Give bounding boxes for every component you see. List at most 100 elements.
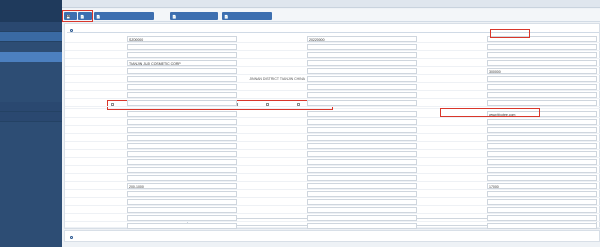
sidebar-item-5[interactable]: [0, 92, 62, 102]
field-input[interactable]: [487, 135, 597, 141]
form-row: [65, 174, 600, 182]
form-row: [65, 51, 600, 59]
field-input[interactable]: [127, 76, 237, 82]
field-input[interactable]: [307, 84, 417, 90]
field-input[interactable]: [127, 84, 237, 90]
form-row: JINNAN DISTRICT TIANJIN CHINA: [65, 75, 600, 83]
field-input[interactable]: 300000: [487, 68, 597, 74]
field-input[interactable]: [307, 68, 417, 74]
field-input[interactable]: [127, 199, 237, 205]
field-input[interactable]: [487, 143, 597, 149]
top-bar: [62, 0, 600, 8]
field-input[interactable]: [307, 127, 417, 133]
field-input[interactable]: [127, 111, 237, 117]
section-icon: [70, 28, 73, 32]
field-input[interactable]: [487, 151, 597, 157]
field-input[interactable]: [127, 127, 237, 133]
field-input[interactable]: [127, 52, 237, 58]
field-input[interactable]: [127, 143, 237, 149]
toolbar-button-2[interactable]: 📄: [94, 12, 154, 20]
field-input[interactable]: [487, 207, 597, 213]
toolbar: 💾 📄 📄 📄 📄: [62, 9, 600, 22]
sidebar: [0, 0, 62, 247]
sidebar-item-4[interactable]: [0, 82, 62, 92]
field-input[interactable]: [487, 223, 597, 229]
field-input[interactable]: TIANJIN JUJI COSMETIC CORP: [127, 60, 237, 66]
sidebar-item-1[interactable]: [0, 52, 62, 62]
field-input[interactable]: [127, 151, 237, 157]
sidebar-group-3[interactable]: [0, 112, 62, 122]
field-input[interactable]: [487, 84, 597, 90]
toolbar-button-4[interactable]: 📄: [222, 12, 272, 20]
sidebar-group-0[interactable]: [0, 22, 62, 32]
field-input[interactable]: [127, 44, 237, 50]
field-input[interactable]: [307, 143, 417, 149]
field-label: JINNAN DISTRICT TIANJIN CHINA: [249, 77, 305, 81]
field-input[interactable]: [487, 60, 597, 66]
field-input[interactable]: [307, 76, 417, 82]
field-input[interactable]: [127, 223, 237, 229]
form-row: 200-1000 17000: [65, 182, 600, 190]
field-input[interactable]: [487, 100, 597, 106]
highlight-website: [440, 108, 540, 117]
field-input[interactable]: [307, 167, 417, 173]
form-row: [65, 126, 600, 134]
footer-section: [64, 230, 600, 242]
field-input[interactable]: SZ00000: [127, 36, 237, 42]
field-input[interactable]: [487, 127, 597, 133]
field-input[interactable]: [127, 167, 237, 173]
field-input[interactable]: [127, 159, 237, 165]
field-input[interactable]: 17000: [487, 183, 597, 189]
field-input[interactable]: [307, 92, 417, 98]
field-input[interactable]: [127, 191, 237, 197]
field-input[interactable]: [307, 52, 417, 58]
field-input[interactable]: [307, 135, 417, 141]
sidebar-item-3[interactable]: [0, 72, 62, 82]
field-input[interactable]: [307, 207, 417, 213]
field-input[interactable]: [487, 119, 597, 125]
field-input[interactable]: [307, 159, 417, 165]
field-input[interactable]: [307, 223, 417, 229]
field-input[interactable]: [307, 191, 417, 197]
field-input[interactable]: [307, 175, 417, 181]
field-input[interactable]: [487, 52, 597, 58]
field-input[interactable]: [307, 215, 417, 221]
field-input[interactable]: [127, 175, 237, 181]
field-input[interactable]: [127, 119, 237, 125]
field-input[interactable]: [487, 159, 597, 165]
field-input[interactable]: [127, 68, 237, 74]
field-input[interactable]: [307, 199, 417, 205]
field-input[interactable]: [487, 191, 597, 197]
field-input[interactable]: [487, 92, 597, 98]
field-input[interactable]: 200-1000: [127, 183, 237, 189]
sidebar-group-1[interactable]: [0, 32, 62, 42]
field-input[interactable]: [307, 183, 417, 189]
sidebar-item-2[interactable]: [0, 62, 62, 72]
field-input[interactable]: 20220000: [307, 36, 417, 42]
sidebar-group-2[interactable]: [0, 102, 62, 112]
field-input[interactable]: [487, 167, 597, 173]
form-row: [65, 214, 600, 222]
document-icon: 📄: [172, 14, 177, 19]
form-row: [65, 198, 600, 206]
field-input[interactable]: [487, 199, 597, 205]
sidebar-item-0[interactable]: [0, 42, 62, 52]
field-input[interactable]: [307, 100, 417, 106]
field-input[interactable]: [487, 175, 597, 181]
field-input[interactable]: [487, 215, 597, 221]
field-input[interactable]: [307, 119, 417, 125]
field-input[interactable]: [487, 44, 597, 50]
document-icon: 📄: [224, 14, 229, 19]
field-input[interactable]: [307, 44, 417, 50]
field-input[interactable]: [307, 111, 417, 117]
field-input[interactable]: [127, 135, 237, 141]
field-input[interactable]: [487, 76, 597, 82]
form-row: TIANJIN JUJI COSMETIC CORP: [65, 59, 600, 67]
field-input[interactable]: [127, 215, 237, 221]
field-input[interactable]: [127, 100, 237, 106]
toolbar-button-3[interactable]: 📄: [170, 12, 218, 20]
field-input[interactable]: [307, 60, 417, 66]
field-input[interactable]: [127, 207, 237, 213]
field-input[interactable]: [307, 151, 417, 157]
field-input[interactable]: [127, 92, 237, 98]
